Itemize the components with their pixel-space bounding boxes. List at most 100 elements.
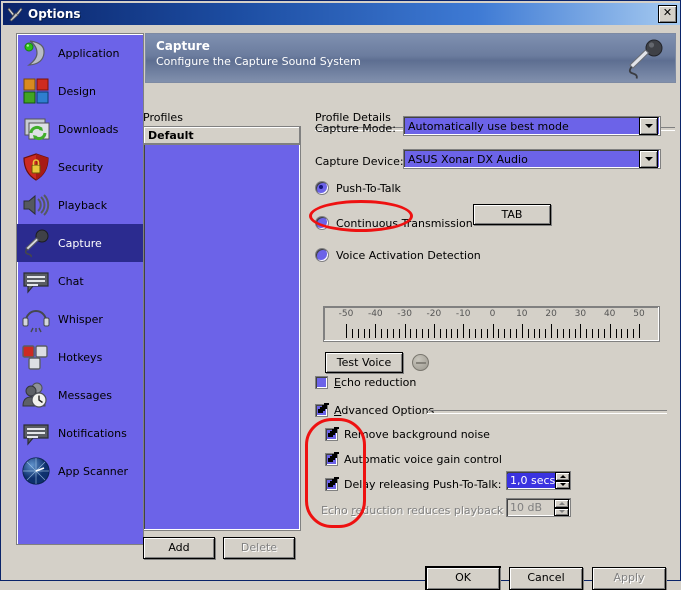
checkbox-icon[interactable] (325, 428, 338, 441)
ruler-minor-tick (603, 329, 605, 338)
category-sidebar[interactable]: Application Design Downloads Security Pl… (16, 33, 144, 545)
ruler-minor-tick (416, 329, 418, 338)
checkbox-icon[interactable] (315, 376, 328, 389)
sidebar-item-label: Whisper (58, 312, 103, 326)
sidebar-item-label: App Scanner (58, 464, 128, 478)
test-voice-button[interactable]: Test Voice (325, 352, 403, 373)
sidebar-item-application[interactable]: Application (17, 34, 143, 72)
automatic-voice-gain-control-row[interactable]: Automatic voice gain control (325, 453, 502, 466)
capture-device-select[interactable]: ASUS Xonar DX Audio (403, 149, 661, 169)
ruler-minor-tick (422, 329, 424, 338)
sidebar-item-chat[interactable]: Chat (17, 262, 143, 300)
ruler-major-tick (580, 324, 582, 338)
remove-background-noise-row[interactable]: Remove background noise (325, 428, 490, 441)
radio-icon[interactable] (315, 181, 329, 195)
stepper-up-icon[interactable] (555, 472, 571, 481)
ruler-tick-label: 40 (603, 309, 616, 319)
mode-label: Continuous Transmission (336, 216, 473, 230)
ok-button[interactable]: OK (426, 567, 500, 590)
ruler-minor-tick (398, 329, 400, 338)
sidebar-item-playback[interactable]: Playback (17, 186, 143, 224)
profiles-list[interactable]: Default (143, 126, 301, 531)
sidebar-item-design[interactable]: Design (17, 72, 143, 110)
sidebar-item-capture[interactable]: Capture (17, 224, 143, 262)
ruler-minor-tick (539, 329, 541, 338)
sidebar-item-hotkeys[interactable]: Hotkeys (17, 338, 143, 376)
apply-button[interactable]: Apply (592, 567, 666, 590)
chevron-down-icon[interactable] (639, 117, 658, 135)
page-subtitle: Configure the Capture Sound System (156, 55, 361, 68)
mode-push-to-talk[interactable]: Push-To-Talk (315, 181, 401, 195)
hotkeys-icon (20, 341, 52, 373)
stepper-up-icon[interactable] (554, 499, 569, 508)
delay-releasing-ptt-row[interactable]: Delay releasing Push-To-Talk: (325, 478, 501, 491)
close-button[interactable]: ✕ (658, 5, 677, 23)
ruler-tick-label: 10 (516, 309, 528, 319)
ruler-major-tick (492, 324, 494, 338)
ruler-major-tick (346, 324, 347, 338)
sidebar-item-label: Capture (58, 236, 102, 250)
ruler-minor-tick (562, 329, 564, 338)
cancel-button[interactable]: Cancel (509, 567, 583, 590)
sidebar-item-label: Messages (58, 388, 112, 402)
stepper-buttons[interactable] (555, 472, 571, 489)
capture-device-label: Capture Device: (315, 155, 404, 168)
sidebar-item-messages[interactable]: Messages (17, 376, 143, 414)
ruler-minor-tick (439, 329, 441, 338)
chevron-down-icon[interactable] (639, 150, 658, 168)
ruler-major-tick (609, 324, 611, 338)
ruler-tick-label: 50 (633, 309, 645, 319)
profiles-column-header[interactable]: Default (144, 127, 300, 145)
advanced-options-checkbox-row[interactable]: Advanced Options (315, 404, 434, 417)
sidebar-item-label: Chat (58, 274, 84, 288)
delay-seconds-stepper[interactable]: 1,0 secs (506, 471, 571, 490)
ruler-major-tick (551, 324, 553, 338)
mode-continuous-transmission[interactable]: Continuous Transmission (315, 216, 473, 230)
capture-mode-select[interactable]: Automatically use best mode (403, 116, 661, 136)
page-banner: Capture Configure the Capture Sound Syst… (145, 33, 676, 83)
stepper-down-icon[interactable] (554, 507, 569, 516)
sidebar-item-downloads[interactable]: Downloads (17, 110, 143, 148)
app-scanner-icon (20, 455, 52, 487)
sidebar-item-label: Playback (58, 198, 108, 212)
echo-playback-stepper[interactable]: 10 dB (506, 498, 571, 517)
push-to-talk-hotkey-button[interactable]: TAB (473, 204, 551, 225)
capture-mode-label: Capture Mode: (315, 122, 396, 135)
profiles-label: Profiles (143, 111, 183, 124)
tools-icon (7, 6, 23, 22)
checkbox-icon[interactable] (315, 404, 328, 417)
profiles-buttons: Add Delete (143, 537, 303, 559)
stepper-buttons[interactable] (554, 499, 569, 516)
checkbox-icon[interactable] (325, 453, 338, 466)
mode-voice-activation-detection[interactable]: Voice Activation Detection (315, 248, 481, 262)
ruler-minor-tick (533, 329, 535, 338)
ruler-minor-tick (545, 329, 547, 338)
delete-profile-button[interactable]: Delete (223, 537, 295, 559)
ruler-minor-tick (592, 329, 594, 338)
voice-level-led-icon (412, 354, 429, 371)
ruler-minor-tick (410, 329, 412, 338)
add-profile-button[interactable]: Add (143, 537, 215, 559)
ruler-minor-tick (445, 329, 447, 338)
window-client-area: Application Design Downloads Security Pl… (3, 26, 680, 590)
ruler-tick-label: -30 (397, 309, 412, 319)
sidebar-item-whisper[interactable]: Whisper (17, 300, 143, 338)
ruler-minor-tick (527, 329, 529, 338)
radio-icon[interactable] (315, 248, 329, 262)
page-title: Capture (156, 39, 210, 53)
stepper-down-icon[interactable] (555, 480, 571, 489)
ruler-minor-tick (351, 329, 353, 338)
ruler-minor-tick (574, 329, 576, 338)
ruler-tick-label: 30 (574, 309, 587, 319)
security-shield-icon (20, 151, 52, 183)
sidebar-item-security[interactable]: Security (17, 148, 143, 186)
ruler-minor-tick (369, 329, 371, 338)
voice-activation-level-ruler[interactable]: -50 -40 -30 -20 -10 0 10 20 30 40 50 (323, 306, 660, 342)
sidebar-item-label: Downloads (58, 122, 119, 136)
ruler-major-tick (404, 324, 406, 338)
sidebar-item-notifications[interactable]: Notifications (17, 414, 143, 452)
radio-icon[interactable] (315, 216, 329, 230)
echo-reduction-checkbox-row[interactable]: Echo reduction (315, 376, 416, 389)
sidebar-item-app-scanner[interactable]: App Scanner (17, 452, 143, 490)
checkbox-icon[interactable] (325, 478, 338, 491)
